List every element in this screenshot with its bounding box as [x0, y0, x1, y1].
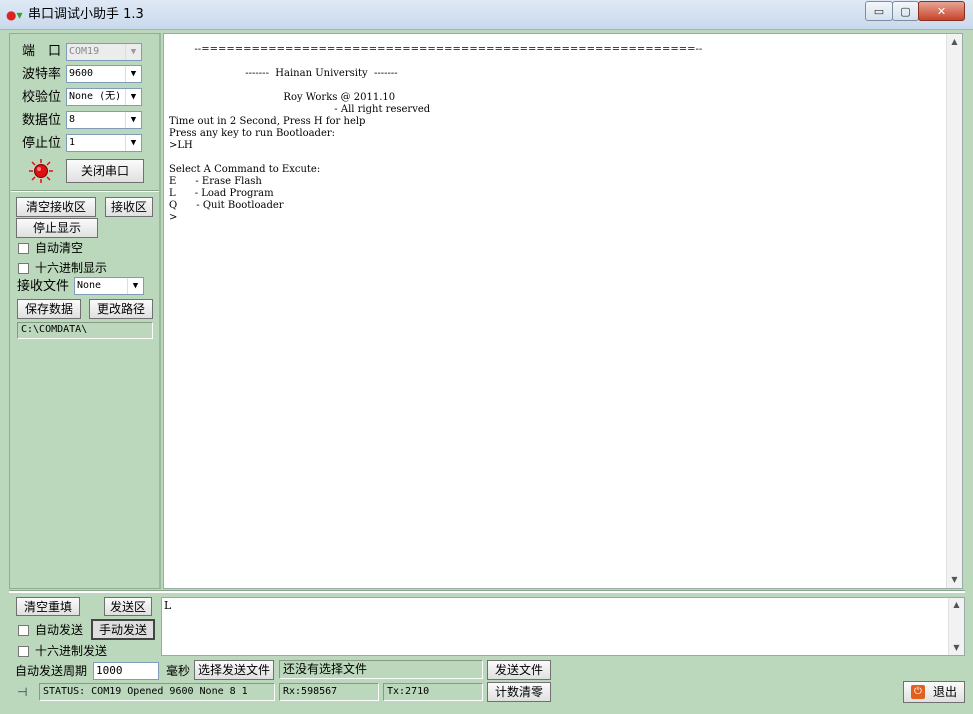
- divider: [9, 590, 965, 593]
- rx-counter: Rx:598567: [279, 683, 379, 701]
- send-text: L: [164, 599, 172, 612]
- databits-value: 8: [69, 114, 76, 125]
- auto-clear-checkbox[interactable]: 自动清空: [18, 240, 83, 256]
- port-label: 端 口: [22, 44, 62, 59]
- exit-button[interactable]: ⏻ 退出: [903, 681, 965, 703]
- port-value: COM19: [69, 46, 100, 57]
- file-status-display: 还没有选择文件: [279, 660, 483, 679]
- hex-send-checkbox[interactable]: 十六进制发送: [18, 643, 107, 659]
- checkbox-box: [18, 262, 29, 274]
- receive-file-select[interactable]: None ▼: [74, 277, 144, 295]
- choose-send-file-button[interactable]: 选择发送文件: [194, 660, 274, 680]
- checkbox-box: [18, 242, 29, 254]
- port-select[interactable]: COM19 ▼: [66, 43, 142, 61]
- parity-value: None (无): [69, 91, 122, 102]
- chevron-down-icon: ▼: [125, 112, 141, 128]
- save-path-display: C:\COMDATA\: [17, 322, 153, 339]
- checkbox-box: [18, 624, 29, 636]
- send-scrollbar[interactable]: ▲ ▼: [948, 598, 964, 655]
- baud-value: 9600: [69, 68, 94, 79]
- close-icon: ✕: [936, 4, 947, 18]
- reset-count-button[interactable]: 计数清零: [487, 682, 551, 702]
- scroll-up-icon[interactable]: ▲: [947, 34, 962, 50]
- auto-send-period-input[interactable]: 1000: [93, 662, 159, 680]
- exit-icon: ⏻: [910, 685, 925, 699]
- minimize-icon: ▭: [873, 4, 885, 18]
- change-path-button[interactable]: 更改路径: [89, 299, 153, 319]
- baud-select[interactable]: 9600 ▼: [66, 65, 142, 83]
- manual-send-button[interactable]: 手动发送: [91, 619, 155, 640]
- tx-counter: Tx:2710: [383, 683, 483, 701]
- exit-label: 退出: [932, 685, 957, 699]
- receive-file-value: None: [77, 280, 102, 291]
- stopbits-value: 1: [69, 137, 76, 148]
- chevron-down-icon: ▼: [127, 278, 143, 294]
- stopbits-select[interactable]: 1 ▼: [66, 134, 142, 152]
- receive-text: --======================================…: [169, 44, 703, 223]
- auto-send-checkbox[interactable]: 自动发送: [18, 622, 83, 638]
- scroll-down-icon[interactable]: ▼: [949, 641, 964, 655]
- scroll-up-icon[interactable]: ▲: [949, 598, 964, 612]
- app-icon: ●▾: [6, 8, 23, 22]
- receive-area-button[interactable]: 接收区: [105, 197, 153, 217]
- maximize-icon: ▢: [900, 4, 911, 18]
- clear-send-button[interactable]: 清空重填: [16, 597, 80, 616]
- receive-text-area[interactable]: --======================================…: [163, 33, 963, 589]
- baud-label: 波特率: [22, 67, 62, 82]
- auto-send-label: 自动发送: [35, 623, 84, 637]
- auto-clear-label: 自动清空: [35, 241, 84, 255]
- auto-send-period-label: 自动发送周期: [15, 664, 88, 678]
- window-title: 串口调试小助手 1.3: [28, 7, 144, 22]
- clear-receive-button[interactable]: 清空接收区: [16, 197, 96, 217]
- title-bar[interactable]: ●▾ 串口调试小助手 1.3 ▭ ▢ ✕: [0, 0, 973, 30]
- hex-display-checkbox[interactable]: 十六进制显示: [18, 260, 107, 276]
- save-data-button[interactable]: 保存数据: [17, 299, 81, 319]
- stopbits-label: 停止位: [22, 136, 62, 151]
- chevron-down-icon: ▼: [125, 135, 141, 151]
- checkbox-box: [18, 645, 29, 657]
- databits-select[interactable]: 8 ▼: [66, 111, 142, 129]
- pin-icon[interactable]: ⊣: [17, 684, 35, 700]
- divider: [11, 190, 159, 192]
- ms-label: 毫秒: [166, 664, 191, 678]
- send-area-button[interactable]: 发送区: [104, 597, 152, 616]
- minimize-button[interactable]: ▭: [865, 1, 893, 21]
- chevron-down-icon: ▼: [125, 44, 141, 60]
- maximize-button[interactable]: ▢: [892, 1, 919, 21]
- chevron-down-icon: ▼: [125, 89, 141, 105]
- parity-select[interactable]: None (无) ▼: [66, 88, 142, 106]
- receive-scrollbar[interactable]: ▲ ▼: [946, 34, 962, 588]
- databits-label: 数据位: [22, 113, 62, 128]
- status-display: STATUS: COM19 Opened 9600 None 8 1: [39, 683, 275, 701]
- send-text-area[interactable]: L ▲ ▼: [161, 597, 965, 656]
- scroll-down-icon[interactable]: ▼: [947, 572, 962, 588]
- port-status-indicator-icon: [29, 159, 53, 183]
- hex-send-label: 十六进制发送: [35, 644, 108, 658]
- close-port-button[interactable]: 关闭串口: [66, 159, 144, 183]
- receive-file-label: 接收文件: [17, 279, 70, 294]
- send-file-button[interactable]: 发送文件: [487, 660, 551, 680]
- close-button[interactable]: ✕: [918, 1, 965, 21]
- stop-display-button[interactable]: 停止显示: [16, 218, 98, 238]
- hex-display-label: 十六进制显示: [35, 261, 108, 275]
- chevron-down-icon: ▼: [125, 66, 141, 82]
- parity-label: 校验位: [22, 90, 62, 105]
